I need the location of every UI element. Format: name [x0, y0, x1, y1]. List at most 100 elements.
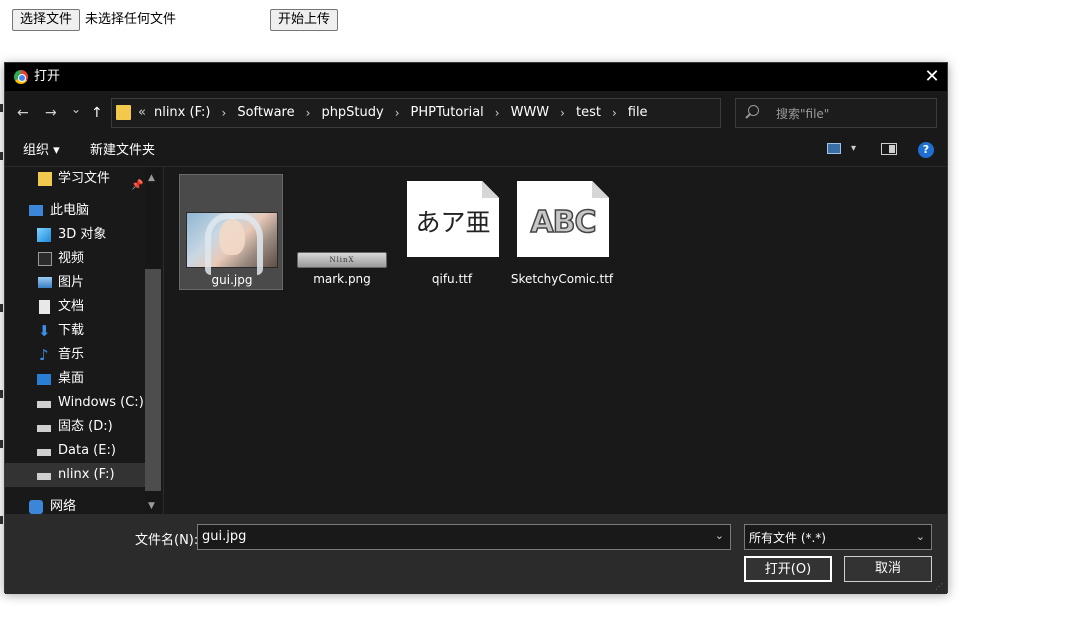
file-name: mark.png — [313, 272, 371, 286]
cube-icon — [37, 228, 51, 242]
help-icon[interactable]: ? — [918, 142, 934, 158]
file-item-gui-jpg[interactable]: gui.jpg — [179, 174, 283, 290]
sidebar-scrollbar[interactable]: ▲ ▼ — [145, 167, 161, 514]
scroll-down-icon[interactable]: ▼ — [148, 501, 155, 511]
desktop-icon — [37, 374, 51, 385]
file-item-mark-png[interactable]: NlinX mark.png — [290, 174, 394, 290]
pin-icon[interactable]: 📌 — [131, 174, 143, 198]
address-bar[interactable]: « nlinx (F:) › Software › phpStudy › PHP… — [111, 98, 817, 128]
video-icon — [38, 252, 52, 266]
sidebar-item-this-pc[interactable]: 此电脑 — [5, 199, 145, 223]
sidebar-item-label: 下载 — [58, 323, 85, 338]
new-folder-button[interactable]: 新建文件夹 — [90, 143, 155, 159]
image-thumbnail — [186, 212, 278, 275]
drive-icon — [37, 449, 51, 456]
organize-button[interactable]: 组织 ▾ — [23, 143, 60, 159]
sidebar-item-label: Windows (C:) — [58, 395, 144, 410]
folder-icon — [38, 172, 52, 186]
pictures-icon — [38, 277, 52, 288]
view-mode-icon[interactable] — [827, 143, 841, 154]
sidebar-item-label: 固态 (D:) — [58, 419, 113, 434]
sidebar-item-drive-e[interactable]: Data (E:) — [5, 439, 145, 463]
dialog-titlebar[interactable]: 打开 ✕ — [5, 63, 947, 91]
image-thumbnail: NlinX — [297, 252, 387, 268]
folder-icon — [116, 105, 131, 120]
sidebar-item-label: 视频 — [58, 251, 85, 266]
breadcrumb-item[interactable]: PHPTutorial — [411, 104, 484, 122]
chevron-down-icon[interactable]: ⌄ — [916, 530, 925, 543]
sidebar-item-drive-c[interactable]: Windows (C:) — [5, 391, 145, 415]
breadcrumb-item[interactable]: nlinx (F:) — [154, 104, 211, 122]
search-input[interactable]: 搜索"file" — [735, 98, 937, 128]
font-preview-glyphs: あア亜 — [415, 208, 491, 237]
breadcrumb-separator-icon[interactable]: › — [612, 104, 617, 122]
drive-icon — [37, 401, 51, 408]
drive-icon — [37, 425, 51, 432]
breadcrumb-separator-icon[interactable]: › — [495, 104, 500, 122]
file-list: gui.jpg NlinX mark.png あア亜 qifu.ttf ABC … — [163, 167, 947, 514]
sidebar-item-drive-f[interactable]: nlinx (F:) — [5, 463, 145, 487]
recent-locations-chevron-icon[interactable]: ⌄ — [71, 100, 81, 118]
file-item-qifu-ttf[interactable]: あア亜 qifu.ttf — [400, 174, 504, 290]
sidebar-item-desktop[interactable]: 桌面 — [5, 367, 145, 391]
sidebar-item-3d-objects[interactable]: 3D 对象 — [5, 223, 145, 247]
sidebar-item-label: 桌面 — [58, 371, 85, 386]
preview-pane-icon[interactable] — [881, 143, 897, 155]
sidebar-item-study-files[interactable]: 学习文件 📌 — [5, 167, 145, 191]
breadcrumb-item[interactable]: file — [628, 104, 648, 122]
sidebar-item-label: 此电脑 — [50, 203, 90, 218]
sidebar-item-music[interactable]: ♪ 音乐 — [5, 343, 145, 367]
navigation-pane: 学习文件 📌 此电脑 3D 对象 视频 图片 文档 ⬇ 下载 ♪ 音乐 桌面 W… — [5, 167, 161, 514]
filename-field[interactable]: gui.jpg ⌄ — [197, 524, 731, 550]
breadcrumb-separator-icon[interactable]: › — [222, 104, 227, 122]
font-file-icon: ABC — [517, 181, 609, 257]
sidebar-item-drive-d[interactable]: 固态 (D:) — [5, 415, 145, 439]
breadcrumb-item[interactable]: phpStudy — [321, 104, 383, 122]
sidebar-item-label: 图片 — [58, 275, 85, 290]
back-arrow-icon[interactable]: ← — [17, 104, 29, 122]
file-item-sketchycomic-ttf[interactable]: ABC SketchyComic.ttf — [510, 174, 614, 290]
breadcrumb-item[interactable]: test — [576, 104, 601, 122]
cancel-button[interactable]: 取消 — [844, 556, 932, 582]
up-arrow-icon[interactable]: ↑ — [91, 104, 103, 122]
sidebar-item-label: 网络 — [50, 499, 77, 514]
sidebar-item-videos[interactable]: 视频 — [5, 247, 145, 271]
upload-button[interactable]: 开始上传 — [270, 9, 339, 31]
network-icon — [29, 500, 43, 514]
sidebar-item-label: 3D 对象 — [58, 227, 107, 242]
choose-file-button[interactable]: 选择文件 — [12, 9, 81, 31]
file-type-select[interactable]: 所有文件 (*.*) ⌄ — [744, 524, 932, 550]
scroll-up-icon[interactable]: ▲ — [148, 173, 155, 183]
chevron-down-icon[interactable]: ⌄ — [715, 529, 724, 542]
sidebar-item-downloads[interactable]: ⬇ 下载 — [5, 319, 145, 343]
breadcrumb-separator-icon[interactable]: › — [395, 104, 400, 122]
sidebar-item-documents[interactable]: 文档 — [5, 295, 145, 319]
file-name: gui.jpg — [211, 273, 253, 287]
music-icon: ♪ — [39, 346, 49, 364]
breadcrumb-item[interactable]: Software — [237, 104, 294, 122]
chrome-icon — [14, 70, 28, 84]
file-name: SketchyComic.ttf — [510, 272, 614, 286]
file-name: qifu.ttf — [431, 272, 473, 286]
breadcrumb-separator-icon[interactable]: › — [306, 104, 311, 122]
breadcrumb-item[interactable]: WWW — [511, 104, 550, 122]
filename-value: gui.jpg — [202, 529, 247, 544]
sidebar-item-pictures[interactable]: 图片 — [5, 271, 145, 295]
drive-icon — [37, 473, 51, 480]
resize-grip-icon[interactable]: ⋰ — [935, 582, 945, 592]
breadcrumb-overflow-icon[interactable]: « — [138, 104, 146, 122]
sidebar-item-label: Data (E:) — [58, 443, 116, 458]
page-header: 选择文件 未选择任何文件 开始上传 — [0, 0, 1092, 40]
scrollbar-thumb[interactable] — [145, 269, 161, 491]
download-icon: ⬇ — [38, 322, 51, 340]
sidebar-item-network[interactable]: 网络 — [5, 495, 145, 514]
chevron-down-icon[interactable]: ▾ — [851, 143, 856, 154]
forward-arrow-icon[interactable]: → — [45, 104, 57, 122]
command-bar: 组织 ▾ 新建文件夹 ▾ ? — [5, 135, 947, 167]
breadcrumb-separator-icon[interactable]: › — [560, 104, 565, 122]
open-file-dialog: 打开 ✕ ← → ⌄ ↑ « nlinx (F:) › Software › p… — [4, 62, 948, 594]
open-button[interactable]: 打开(O) — [744, 556, 832, 582]
sidebar-item-label: 学习文件 — [58, 171, 111, 186]
file-type-value: 所有文件 (*.*) — [749, 531, 826, 545]
close-icon[interactable]: ✕ — [917, 63, 947, 91]
